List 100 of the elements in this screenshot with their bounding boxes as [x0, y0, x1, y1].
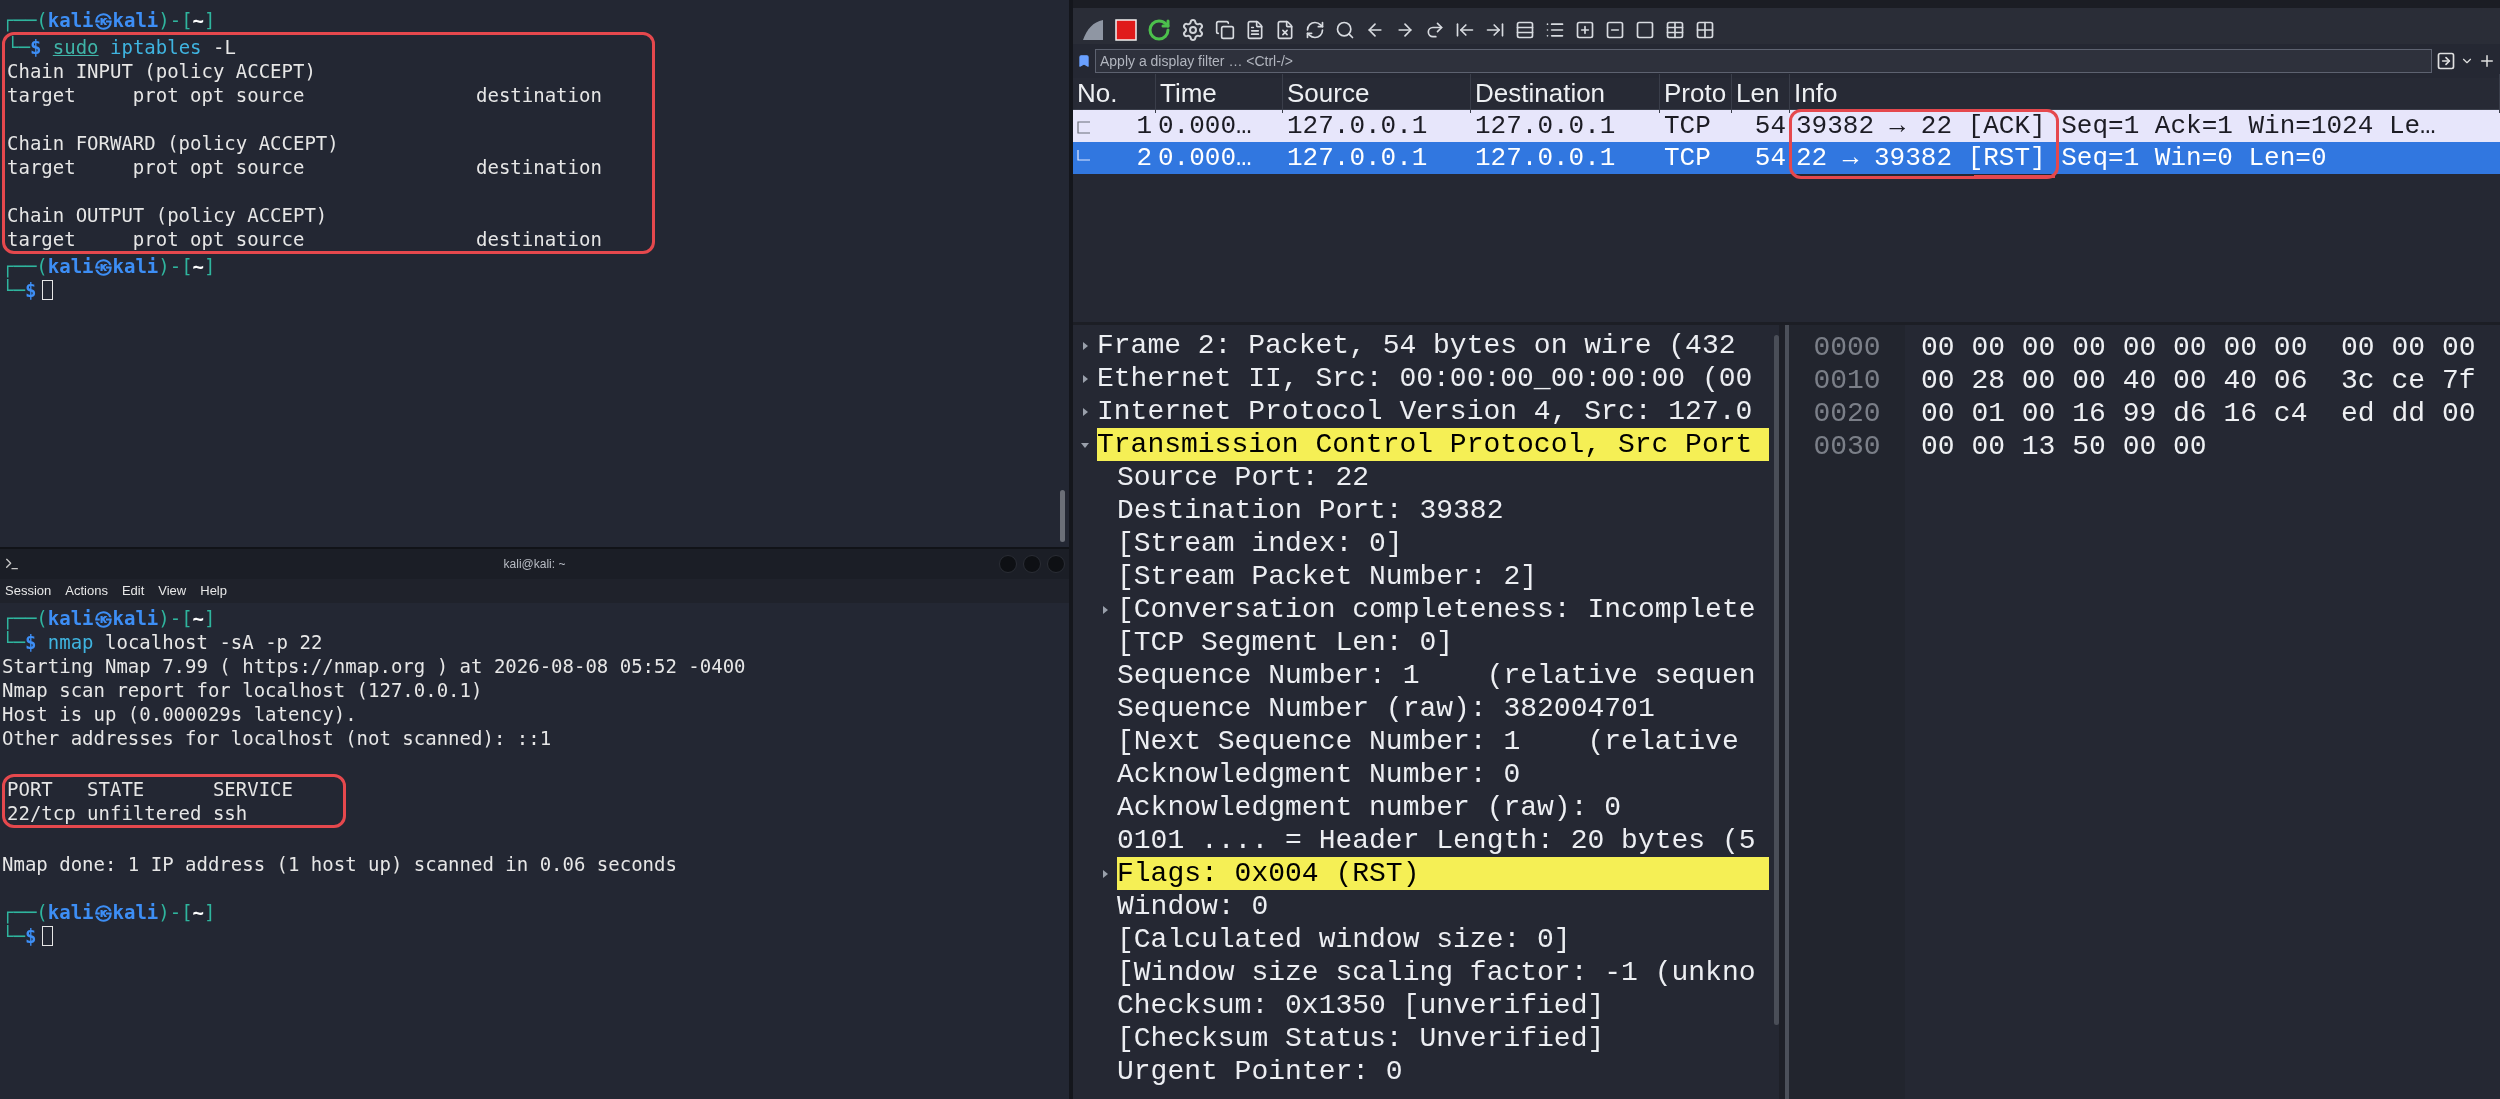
- hex-bytes: 00 28 00 00 40 00 40 06 3c ce 7f: [1921, 364, 2476, 397]
- detail-field[interactable]: Sequence Number (raw): 382004701: [1117, 692, 1769, 725]
- first-packet-icon[interactable]: [1455, 20, 1475, 40]
- detail-field[interactable]: Internet Protocol Version 4, Src: 127.0: [1097, 395, 1769, 428]
- copy-icon[interactable]: [1215, 20, 1235, 40]
- detail-field[interactable]: Frame 2: Packet, 54 bytes on wire (432: [1097, 329, 1769, 362]
- column-header[interactable]: Len: [1736, 78, 1780, 108]
- detail-field[interactable]: [Stream index: 0]: [1117, 527, 1769, 560]
- output-line: Chain FORWARD (policy ACCEPT): [7, 131, 339, 155]
- detail-field[interactable]: Checksum: 0x1350 [unverified]: [1117, 989, 1769, 1022]
- detail-field[interactable]: Source Port: 22: [1117, 461, 1769, 494]
- detail-field[interactable]: 0101 .... = Header Length: 20 bytes (5: [1117, 824, 1769, 857]
- detail-field[interactable]: [Stream Packet Number: 2]: [1117, 560, 1769, 593]
- fin-icon[interactable]: [1081, 19, 1105, 41]
- packet-row[interactable]: 1 0.000… 127.0.0.1 127.0.0.1 TCP 54 39382 → 22 [ACK] Seq=1 Ack=1 Win=1024 Le…: [1073, 110, 2500, 142]
- column-header[interactable]: Proto: [1664, 78, 1727, 108]
- terminal-icon: [4, 556, 20, 572]
- output-line: Nmap scan report for localhost (127.0.0.1): [2, 678, 483, 702]
- detail-field[interactable]: [Next Sequence Number: 1 (relative: [1117, 725, 1769, 758]
- output-line: Chain INPUT (policy ACCEPT): [7, 59, 316, 83]
- menu-item[interactable]: Session: [5, 581, 52, 601]
- detail-field[interactable]: Urgent Pointer: 0: [1117, 1055, 1769, 1088]
- column-header[interactable]: Info: [1794, 78, 1838, 108]
- hex-offset: 0000: [1813, 331, 1881, 364]
- hex-bytes: 00 01 00 16 99 d6 16 c4 ed dd 00: [1921, 397, 2476, 430]
- restart-icon[interactable]: [1147, 18, 1171, 42]
- detail-field[interactable]: Window: 0: [1117, 890, 1769, 923]
- table-cell-text: 1: [1136, 109, 1152, 143]
- table-cell: 127.0.0.1: [1475, 142, 1616, 173]
- menu-item[interactable]: Actions: [65, 581, 108, 601]
- output-line: Nmap done: 1 IP address (1 host up) scanned in 0.06 seconds: [2, 852, 677, 876]
- table-cell: 127.0.0.1: [1287, 142, 1428, 173]
- table-cell: 39382 → 22 [ACK] Seq=1 Ack=1 Win=1024 Le…: [1796, 110, 2436, 141]
- detail-field[interactable]: [TCP Segment Len: 0]: [1117, 626, 1769, 659]
- expand-arrow-icon[interactable]: [1081, 341, 1089, 350]
- table-cell: 54: [1754, 110, 1786, 141]
- expand-arrow-icon[interactable]: [1081, 374, 1089, 383]
- hex-bytes: 00 00 13 50 00 00: [1921, 430, 2207, 463]
- output-line: Other addresses for localhost (not scanned): ::1: [2, 726, 552, 750]
- bookmark-icon[interactable]: [1077, 54, 1091, 68]
- detail-field[interactable]: Acknowledgment Number: 0: [1117, 758, 1769, 791]
- output-line: Chain OUTPUT (policy ACCEPT): [7, 203, 328, 227]
- document-icon[interactable]: [1245, 20, 1265, 40]
- command-line: └─$ nmap localhost -sA -p 22: [2, 630, 323, 654]
- prompt-line: ┌──(kali㉿kali)-[~]: [2, 254, 216, 278]
- table-cell: TCP: [1664, 142, 1711, 173]
- prompt-symbol: └─$: [2, 923, 37, 949]
- expand-arrow-icon[interactable]: [1101, 869, 1109, 878]
- detail-field[interactable]: Ethernet II, Src: 00:00:00_00:00:00 (00: [1097, 362, 1769, 395]
- table-cell: 127.0.0.1: [1475, 110, 1616, 141]
- detail-field[interactable]: Transmission Control Protocol, Src Port: [1097, 428, 1769, 461]
- output-line: target prot opt source destination: [7, 227, 602, 251]
- settings-icon[interactable]: [1181, 18, 1205, 42]
- column-header[interactable]: No.: [1077, 78, 1118, 108]
- reload-icon[interactable]: [1305, 20, 1325, 40]
- hex-offset: 0010: [1813, 364, 1881, 397]
- add-button-icon[interactable]: [2478, 52, 2496, 70]
- menu-item[interactable]: View: [158, 581, 187, 601]
- last-packet-icon[interactable]: [1485, 20, 1505, 40]
- output-line: Starting Nmap 7.99 ( https://nmap.org ) at 2026-08-08 05:52 -0400: [2, 654, 746, 678]
- column-header[interactable]: Source: [1287, 78, 1370, 108]
- detail-field[interactable]: [Window size scaling factor: -1 (unkno: [1117, 956, 1769, 989]
- detail-field[interactable]: Destination Port: 39382: [1117, 494, 1769, 527]
- detail-field[interactable]: [Checksum Status: Unverified]: [1117, 1022, 1769, 1055]
- column-header[interactable]: Time: [1160, 78, 1217, 108]
- zoom-out-icon[interactable]: [1605, 20, 1625, 40]
- output-line: PORT STATE SERVICE: [7, 777, 293, 801]
- layout-icon[interactable]: [1695, 20, 1715, 40]
- close-file-icon[interactable]: [1275, 20, 1295, 40]
- detail-field[interactable]: [Conversation completeness: Incomplete: [1117, 593, 1769, 626]
- table-cell: 22 → 39382 [RST] Seq=1 Win=0 Len=0: [1796, 142, 2327, 173]
- scrollbar[interactable]: [1060, 490, 1065, 542]
- column-header[interactable]: Destination: [1475, 78, 1606, 108]
- detail-field[interactable]: [Calculated window size: 0]: [1117, 923, 1769, 956]
- collapse-arrow-icon[interactable]: [1081, 440, 1089, 449]
- menu-item[interactable]: Edit: [121, 581, 145, 601]
- prompt-line: ┌──(kali㉿kali)-[~]: [2, 606, 216, 630]
- table-cell: 0.000…: [1158, 142, 1252, 173]
- table-cell: 54: [1754, 142, 1786, 173]
- zoom-in-icon[interactable]: [1575, 20, 1595, 40]
- stop-icon[interactable]: [1115, 19, 1137, 41]
- menu-item[interactable]: Help: [200, 581, 227, 601]
- output-line: Host is up (0.000029s latency).: [2, 702, 357, 726]
- packet-row[interactable]: 2 0.000… 127.0.0.1 127.0.0.1 TCP 54 22 → 39382 [RST] Seq=1 Win=0 Len=0: [1073, 142, 2500, 174]
- detail-field[interactable]: Sequence Number: 1 (relative sequen: [1117, 659, 1769, 692]
- expand-arrow-icon[interactable]: [1101, 605, 1109, 614]
- hex-offset: 0020: [1813, 397, 1881, 430]
- output-line: target prot opt source destination: [7, 155, 602, 179]
- output-line: target prot opt source destination: [7, 83, 602, 107]
- hex-offset: 0030: [1813, 430, 1881, 463]
- hex-bytes: 00 00 00 00 00 00 00 00 00 00 00: [1921, 331, 2476, 364]
- search-icon[interactable]: [1335, 20, 1355, 40]
- table-cell: TCP: [1664, 110, 1711, 141]
- window-title: kali@kali: ~: [503, 556, 566, 573]
- scrollbar[interactable]: [1774, 335, 1779, 1025]
- table-cell: 127.0.0.1: [1287, 110, 1428, 141]
- expand-arrow-icon[interactable]: [1081, 407, 1089, 416]
- table-cell-text: 2: [1136, 141, 1152, 175]
- detail-field[interactable]: Flags: 0x004 (RST): [1117, 857, 1769, 890]
- detail-field[interactable]: Acknowledgment number (raw): 0: [1117, 791, 1769, 824]
